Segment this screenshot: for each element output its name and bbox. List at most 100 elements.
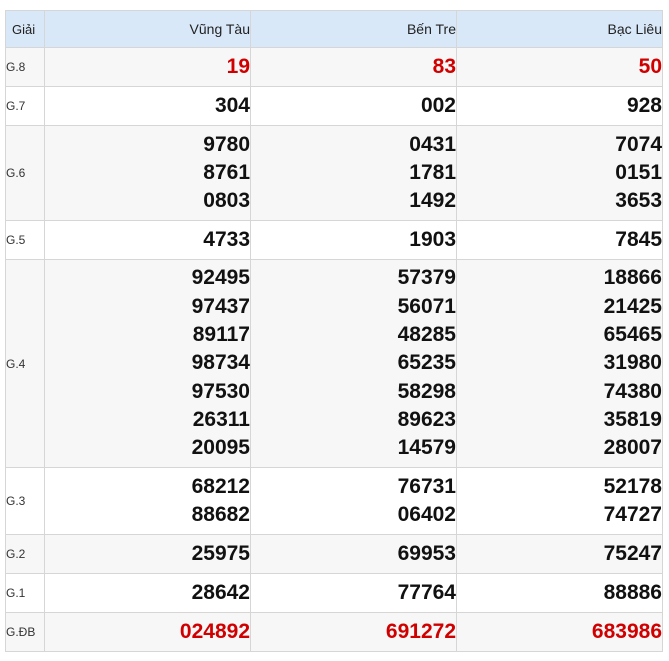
prize-row-g-4: G.4 92495 97437 89117 98734 97530 26311 20095 57…: [5, 259, 663, 468]
result-number[interactable]: 69953: [251, 540, 456, 568]
result-number[interactable]: 57379: [251, 264, 456, 292]
result-number[interactable]: 52178: [457, 473, 662, 501]
result-number[interactable]: 18866: [457, 264, 662, 292]
prize-row-g-5: G.5 4733 1903 7845: [5, 220, 663, 260]
result-number[interactable]: 75247: [457, 540, 662, 568]
result-cell-vung-tau: 28642: [44, 573, 251, 613]
result-number[interactable]: 024892: [45, 618, 250, 646]
province-header-bac-lieu[interactable]: Bạc Liêu: [456, 10, 663, 48]
result-cell-bac-lieu: 7074 0151 3653: [456, 125, 663, 221]
result-number[interactable]: 002: [251, 92, 456, 120]
prize-label: G.6: [5, 125, 45, 221]
result-cell-vung-tau: 25975: [44, 534, 251, 574]
prize-label: G.4: [5, 259, 45, 468]
result-number[interactable]: 928: [457, 92, 662, 120]
prize-row-g-8: G.8 19 83 50: [5, 47, 663, 87]
result-cell-bac-lieu: 7845: [456, 220, 663, 260]
result-number[interactable]: 0803: [45, 187, 250, 215]
result-number[interactable]: 28007: [457, 434, 662, 462]
result-cell-ben-tre: 83: [250, 47, 457, 87]
result-number[interactable]: 683986: [457, 618, 662, 646]
result-cell-vung-tau: 4733: [44, 220, 251, 260]
result-number[interactable]: 1781: [251, 159, 456, 187]
result-cell-bac-lieu: 18866 21425 65465 31980 74380 35819 28007: [456, 259, 663, 468]
result-number[interactable]: 92495: [45, 264, 250, 292]
result-number[interactable]: 25975: [45, 540, 250, 568]
result-cell-vung-tau: 92495 97437 89117 98734 97530 26311 20095: [44, 259, 251, 468]
result-number[interactable]: 97530: [45, 378, 250, 406]
result-number[interactable]: 7845: [457, 226, 662, 254]
result-number[interactable]: 97437: [45, 293, 250, 321]
result-cell-vung-tau: 304: [44, 86, 251, 126]
result-number[interactable]: 21425: [457, 293, 662, 321]
result-number[interactable]: 19: [45, 53, 250, 81]
result-number[interactable]: 74727: [457, 501, 662, 529]
result-number[interactable]: 89623: [251, 406, 456, 434]
result-number[interactable]: 48285: [251, 321, 456, 349]
result-cell-ben-tre: 1903: [250, 220, 457, 260]
prize-row-g-7: G.7 304 002 928: [5, 86, 663, 126]
result-number[interactable]: 31980: [457, 349, 662, 377]
result-cell-ben-tre: 002: [250, 86, 457, 126]
result-cell-vung-tau: 024892: [44, 612, 251, 652]
province-header-ben-tre[interactable]: Bến Tre: [250, 10, 457, 48]
prize-label: G.7: [5, 86, 45, 126]
prize-label: G.2: [5, 534, 45, 574]
result-number[interactable]: 88682: [45, 501, 250, 529]
result-number[interactable]: 4733: [45, 226, 250, 254]
result-number[interactable]: 06402: [251, 501, 456, 529]
prize-label: G.3: [5, 467, 45, 535]
result-cell-bac-lieu: 88886: [456, 573, 663, 613]
result-number[interactable]: 304: [45, 92, 250, 120]
result-number[interactable]: 8761: [45, 159, 250, 187]
result-number[interactable]: 14579: [251, 434, 456, 462]
result-number[interactable]: 77764: [251, 579, 456, 607]
result-cell-vung-tau: 19: [44, 47, 251, 87]
result-number[interactable]: 0151: [457, 159, 662, 187]
result-cell-bac-lieu: 50: [456, 47, 663, 87]
prize-row-g-6: G.6 9780 8761 0803 0431 1781 1492 7074 0151 3653: [5, 125, 663, 221]
result-cell-bac-lieu: 928: [456, 86, 663, 126]
result-number[interactable]: 50: [457, 53, 662, 81]
prize-label: G.5: [5, 220, 45, 260]
result-number[interactable]: 98734: [45, 349, 250, 377]
result-number[interactable]: 65465: [457, 321, 662, 349]
result-number[interactable]: 56071: [251, 293, 456, 321]
prize-row-g-2: G.2 25975 69953 75247: [5, 534, 663, 574]
province-header-vung-tau[interactable]: Vũng Tàu: [44, 10, 251, 48]
result-number[interactable]: 74380: [457, 378, 662, 406]
result-number[interactable]: 9780: [45, 131, 250, 159]
result-number[interactable]: 76731: [251, 473, 456, 501]
lottery-results-table: Giải Vũng Tàu Bến Tre Bạc Liêu G.8 19 83 50…: [5, 10, 663, 652]
prize-row-g-đb: G.ĐB 024892 691272 683986: [5, 612, 663, 652]
result-cell-ben-tre: 691272: [250, 612, 457, 652]
result-number[interactable]: 26311: [45, 406, 250, 434]
result-number[interactable]: 1492: [251, 187, 456, 215]
result-cell-vung-tau: 68212 88682: [44, 467, 251, 535]
result-number[interactable]: 0431: [251, 131, 456, 159]
result-number[interactable]: 7074: [457, 131, 662, 159]
result-number[interactable]: 65235: [251, 349, 456, 377]
result-number[interactable]: 691272: [251, 618, 456, 646]
prize-column-header: Giải: [5, 10, 45, 48]
header-row: Giải Vũng Tàu Bến Tre Bạc Liêu: [5, 10, 663, 48]
result-number[interactable]: 89117: [45, 321, 250, 349]
prize-row-g-3: G.3 68212 88682 76731 06402 52178 74727: [5, 467, 663, 535]
result-cell-vung-tau: 9780 8761 0803: [44, 125, 251, 221]
result-number[interactable]: 20095: [45, 434, 250, 462]
result-number[interactable]: 3653: [457, 187, 662, 215]
result-cell-ben-tre: 76731 06402: [250, 467, 457, 535]
result-number[interactable]: 35819: [457, 406, 662, 434]
result-number[interactable]: 68212: [45, 473, 250, 501]
result-cell-bac-lieu: 75247: [456, 534, 663, 574]
result-cell-ben-tre: 0431 1781 1492: [250, 125, 457, 221]
result-number[interactable]: 28642: [45, 579, 250, 607]
result-number[interactable]: 58298: [251, 378, 456, 406]
prize-label: G.ĐB: [5, 612, 45, 652]
result-number[interactable]: 83: [251, 53, 456, 81]
result-number[interactable]: 88886: [457, 579, 662, 607]
result-cell-ben-tre: 57379 56071 48285 65235 58298 89623 14579: [250, 259, 457, 468]
result-cell-bac-lieu: 683986: [456, 612, 663, 652]
prize-label: G.1: [5, 573, 45, 613]
result-number[interactable]: 1903: [251, 226, 456, 254]
